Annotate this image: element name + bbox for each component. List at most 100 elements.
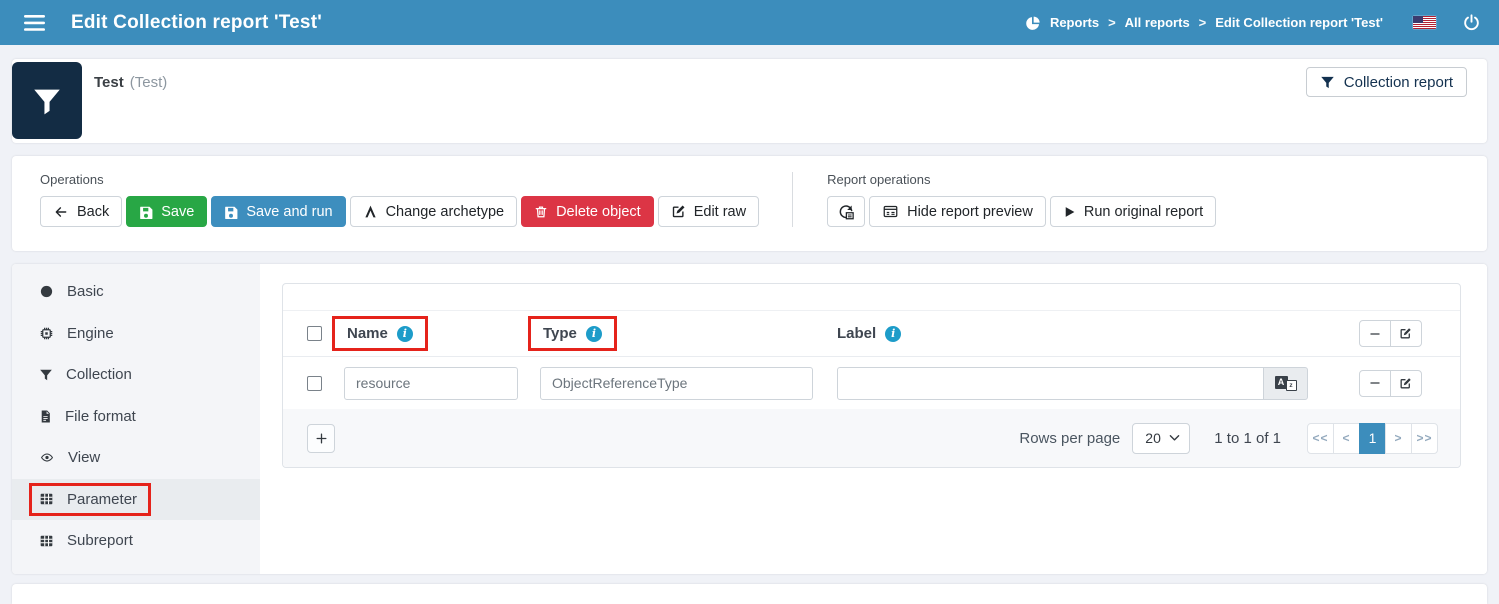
column-header-name: Name — [347, 325, 388, 342]
filter-icon — [39, 368, 53, 382]
annotation-box-name-column: Name i — [332, 316, 428, 351]
edit-icon — [1399, 327, 1412, 340]
column-header-label-cell: Label i — [837, 325, 902, 342]
header-actions — [1358, 320, 1422, 347]
breadcrumb-item-current: Edit Collection report 'Test' — [1215, 15, 1383, 30]
save-button[interactable]: Save — [126, 196, 208, 227]
sidebar-item-file-format[interactable]: File format — [12, 396, 260, 438]
polystring-language-button[interactable]: Az — [1263, 366, 1308, 400]
locale-flag-us[interactable] — [1413, 16, 1436, 29]
collapse-all-button[interactable] — [1358, 320, 1391, 347]
details-menu: Basic Engine Collection File format View… — [12, 264, 260, 574]
table-icon — [39, 534, 54, 548]
prev-page-button[interactable]: < — [1333, 422, 1360, 454]
edit-row-button[interactable] — [1389, 369, 1422, 397]
chevron-down-icon — [1169, 434, 1180, 442]
collection-report-icon — [12, 62, 82, 139]
table-toolbar — [283, 284, 1460, 311]
save-and-run-button[interactable]: Save and run — [211, 196, 346, 227]
operations-group: Operations Back Save Save and run Change… — [40, 172, 760, 227]
pie-chart-icon — [1025, 15, 1041, 31]
info-icon[interactable]: i — [396, 325, 413, 342]
page-1-button[interactable]: 1 — [1359, 422, 1386, 454]
parameter-content: Name i Type i Label i resource ObjectRef… — [260, 264, 1487, 574]
circle-icon — [39, 284, 54, 299]
breadcrumb-item-reports[interactable]: Reports — [1050, 15, 1099, 30]
microchip-icon — [39, 326, 54, 341]
add-parameter-button[interactable] — [307, 423, 335, 453]
report-operations-group: Report operations Hide report preview Ru… — [827, 172, 1217, 227]
info-icon[interactable]: i — [885, 325, 902, 342]
edit-icon — [1399, 377, 1412, 390]
refresh-preview-button[interactable] — [827, 196, 866, 227]
annotation-box-parameter: Parameter — [29, 482, 152, 516]
next-panel-edge — [12, 584, 1487, 604]
sidebar-item-collection[interactable]: Collection — [12, 354, 260, 396]
breadcrumb: Reports > All reports > Edit Collection … — [1025, 15, 1383, 31]
object-titles: Test (Test) — [82, 59, 167, 143]
info-icon[interactable]: i — [585, 325, 602, 342]
minus-icon — [1369, 328, 1381, 340]
object-name: Test — [94, 74, 124, 91]
parameter-type-input[interactable] — [540, 366, 813, 400]
logout-button[interactable] — [1462, 13, 1481, 32]
pagination-range: 1 to 1 of 1 — [1214, 429, 1281, 447]
delete-object-button[interactable]: Delete object — [521, 196, 654, 227]
column-header-type: Type — [543, 325, 577, 342]
edit-all-button[interactable] — [1389, 320, 1422, 347]
sidebar-item-parameter[interactable]: Parameter — [12, 478, 260, 520]
run-original-report-button[interactable]: Run original report — [1049, 196, 1217, 227]
change-archetype-button[interactable]: Change archetype — [349, 196, 518, 227]
edit-icon — [671, 204, 686, 219]
table-header-row: Name i Type i Label i — [283, 311, 1460, 357]
operations-panel: Operations Back Save Save and run Change… — [12, 156, 1487, 251]
object-display-name: (Test) — [129, 74, 168, 91]
breadcrumb-item-all-reports[interactable]: All reports — [1125, 15, 1190, 30]
menu-toggle-icon[interactable] — [24, 14, 45, 31]
column-header-label: Label — [837, 325, 877, 342]
collapse-row-button[interactable] — [1358, 369, 1391, 397]
eye-icon — [39, 451, 55, 464]
operations-label: Operations — [40, 172, 104, 187]
parameters-table: Name i Type i Label i resource ObjectRef… — [282, 283, 1461, 468]
id-card-icon — [882, 204, 899, 219]
sidebar-item-view[interactable]: View — [12, 437, 260, 479]
back-button[interactable]: Back — [40, 196, 123, 227]
save-icon — [139, 205, 153, 219]
row-actions — [1358, 369, 1422, 397]
parameter-name-input[interactable] — [344, 366, 518, 400]
sidebar-item-engine[interactable]: Engine — [12, 313, 260, 355]
parameter-row: Az — [283, 357, 1460, 409]
table-footer: Rows per page 20 1 to 1 of 1 << < 1 > >> — [283, 409, 1460, 467]
collection-report-badge[interactable]: Collection report — [1305, 67, 1467, 97]
select-all-checkbox[interactable] — [307, 326, 322, 341]
archetype-arrow-icon — [363, 204, 378, 219]
plus-icon — [315, 432, 328, 445]
annotation-box-type-column: Type i — [528, 316, 617, 351]
parameter-label-group: Az — [837, 366, 1308, 400]
edit-raw-button[interactable]: Edit raw — [657, 196, 760, 227]
sidebar-item-subreport[interactable]: Subreport — [12, 520, 260, 562]
power-icon — [1462, 13, 1481, 32]
paginator: << < 1 > >> — [1307, 422, 1438, 454]
row-checkbox[interactable] — [307, 375, 322, 391]
object-summary-panel: Test (Test) Collection report — [12, 59, 1487, 143]
play-icon — [1063, 205, 1076, 219]
last-page-button[interactable]: >> — [1411, 422, 1438, 454]
trash-icon — [534, 204, 548, 219]
first-page-button[interactable]: << — [1307, 422, 1334, 454]
save-icon — [224, 205, 238, 219]
next-page-button[interactable]: > — [1385, 422, 1412, 454]
breadcrumb-separator: > — [1198, 15, 1207, 30]
topbar: Edit Collection report 'Test' Reports > … — [0, 0, 1499, 45]
breadcrumb-separator: > — [1108, 15, 1116, 30]
minus-icon — [1369, 377, 1381, 389]
rows-per-page-label: Rows per page — [1019, 429, 1121, 447]
hide-report-preview-button[interactable]: Hide report preview — [869, 196, 1046, 227]
sidebar-item-basic[interactable]: Basic — [12, 271, 260, 313]
table-icon — [39, 492, 54, 506]
page-size-select[interactable]: 20 — [1132, 422, 1191, 454]
report-operations-label: Report operations — [827, 172, 931, 187]
refresh-icon — [837, 203, 855, 221]
parameter-label-input[interactable] — [837, 366, 1264, 400]
